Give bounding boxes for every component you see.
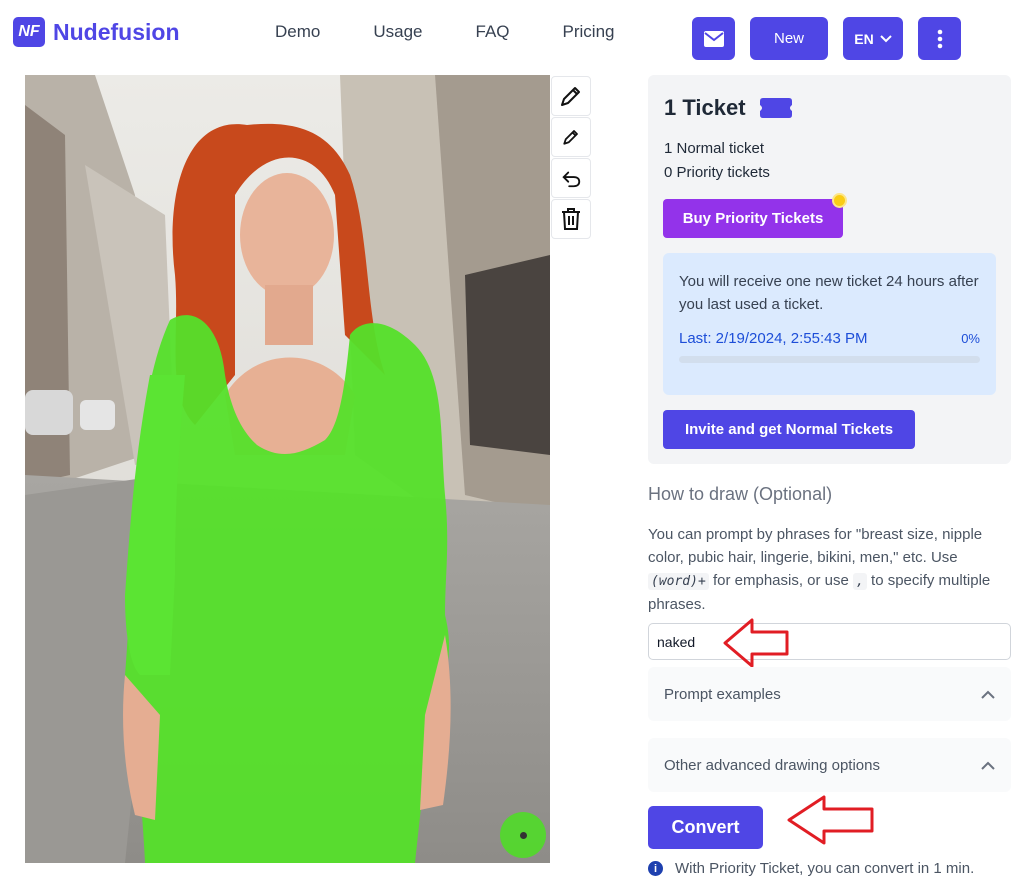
ticket-card: 1 Ticket 1 Normal ticket 0 Priority tick… xyxy=(648,75,1011,464)
clear-button[interactable] xyxy=(551,199,591,239)
prompt-help-text: You can prompt by phrases for "breast si… xyxy=(648,523,998,616)
nav-demo[interactable]: Demo xyxy=(275,22,320,42)
ticket-icon xyxy=(759,98,792,118)
language-select[interactable]: EN xyxy=(843,17,903,60)
pencil-large-icon xyxy=(561,87,580,106)
brush-large-button[interactable] xyxy=(551,76,591,116)
prompt-input[interactable] xyxy=(648,623,1011,660)
nav-faq[interactable]: FAQ xyxy=(476,22,510,42)
help-text-1: You can prompt by phrases for "breast si… xyxy=(648,526,983,566)
drawing-toolbar xyxy=(551,76,591,240)
ticket-count: 1 Ticket xyxy=(664,95,746,120)
priority-note-text: With Priority Ticket, you can convert in… xyxy=(675,860,975,877)
ticket-title: 1 Ticket xyxy=(664,95,792,121)
mail-button[interactable] xyxy=(692,17,735,60)
comma-syntax: , xyxy=(853,573,867,590)
ticket-info-text: You will receive one new ticket 24 hours… xyxy=(679,273,979,313)
info-icon: i xyxy=(648,861,663,876)
brush-small-button[interactable] xyxy=(551,117,591,157)
advanced-options-accordion[interactable]: Other advanced drawing options xyxy=(648,738,1011,792)
pencil-small-icon xyxy=(563,130,578,145)
brand-name: Nudefusion xyxy=(53,18,180,45)
ticket-progress-bar xyxy=(679,356,980,363)
help-text-2: for emphasis, or use xyxy=(708,572,854,589)
logo[interactable]: NF Nudefusion xyxy=(13,17,180,47)
more-vertical-icon xyxy=(937,29,942,48)
image-canvas[interactable] xyxy=(25,75,550,863)
undo-icon xyxy=(562,171,581,188)
trash-icon xyxy=(562,208,580,230)
priority-ticket-count: 0 Priority tickets xyxy=(664,164,770,181)
language-label: EN xyxy=(854,30,874,47)
notification-dot xyxy=(832,193,847,208)
photo-illustration xyxy=(25,75,550,863)
chevron-up-icon xyxy=(981,761,995,770)
nav-usage[interactable]: Usage xyxy=(373,22,422,42)
chevron-down-icon xyxy=(880,34,892,42)
emphasis-syntax: (word)+ xyxy=(648,573,709,590)
mail-icon xyxy=(703,30,724,47)
more-menu-button[interactable] xyxy=(918,17,961,60)
invite-button[interactable]: Invite and get Normal Tickets xyxy=(663,410,915,449)
draw-section-title: How to draw (Optional) xyxy=(648,484,833,504)
red-arrow-annotation-convert xyxy=(787,795,874,845)
prompt-examples-label: Prompt examples xyxy=(664,685,781,703)
buy-priority-tickets-button[interactable]: Buy Priority Tickets xyxy=(663,199,843,238)
last-used-time: Last: 2/19/2024, 2:55:43 PM xyxy=(679,330,868,347)
priority-note: i With Priority Ticket, you can convert … xyxy=(648,860,974,877)
red-arrow-annotation-input xyxy=(723,618,789,668)
prompt-examples-accordion[interactable]: Prompt examples xyxy=(648,667,1011,721)
brush-cursor[interactable] xyxy=(500,812,546,858)
main-nav: Demo Usage FAQ Pricing xyxy=(275,22,667,42)
chevron-up-icon xyxy=(981,690,995,699)
new-button[interactable]: New xyxy=(750,17,828,60)
logo-badge: NF xyxy=(13,17,45,47)
progress-percent: 0% xyxy=(961,331,980,346)
convert-button[interactable]: Convert xyxy=(648,806,763,849)
undo-button[interactable] xyxy=(551,158,591,198)
advanced-options-label: Other advanced drawing options xyxy=(664,756,880,774)
nav-pricing[interactable]: Pricing xyxy=(563,22,615,42)
ticket-info-box: You will receive one new ticket 24 hours… xyxy=(663,253,996,395)
normal-ticket-count: 1 Normal ticket xyxy=(664,140,765,157)
